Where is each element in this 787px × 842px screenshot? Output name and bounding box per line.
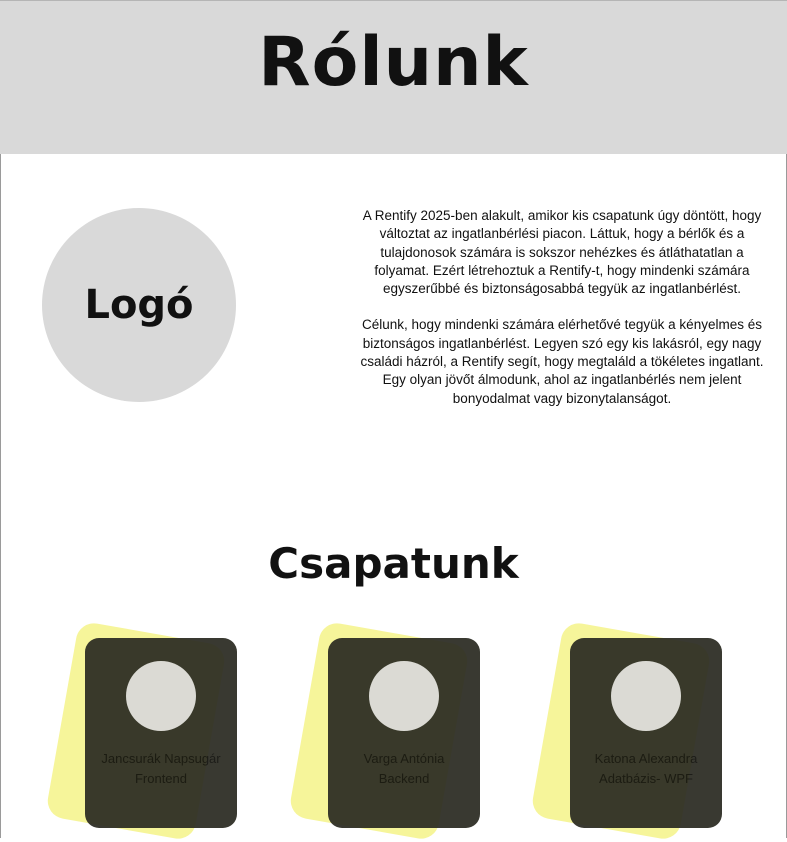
member-role: Adatbázis- WPF [599, 771, 693, 786]
member-role: Frontend [134, 771, 188, 786]
card-body: Varga Antónia Backend [328, 638, 480, 828]
member-name: Varga Antónia [363, 751, 445, 766]
avatar [126, 661, 196, 731]
logo-placeholder: Logó [42, 208, 236, 402]
member-name: Katona Alexandra [594, 751, 698, 766]
team-section-title: Csapatunk [268, 539, 519, 588]
about-paragraph: A Rentify 2025-ben alakult, amikor kis c… [362, 208, 762, 297]
logo-label: Logó [84, 282, 194, 328]
avatar [369, 661, 439, 731]
team-member-card: Katona Alexandra Adatbázis- WPF [529, 620, 728, 842]
team-member-card: Varga Antónia Backend [287, 620, 486, 842]
card-body: Katona Alexandra Adatbázis- WPF [570, 638, 722, 828]
avatar [611, 661, 681, 731]
about-text: A Rentify 2025-ben alakult, amikor kis c… [360, 207, 764, 426]
member-role: Backend [378, 771, 430, 786]
team-member-card: Jancsurák Napsugár Frontend [44, 620, 243, 842]
page-header: Rólunk [0, 0, 787, 154]
about-paragraph: Célunk, hogy mindenki számára elérhetővé… [360, 317, 764, 406]
card-body: Jancsurák Napsugár Frontend [85, 638, 237, 828]
page-title: Rólunk [258, 23, 529, 102]
member-name: Jancsurák Napsugár [101, 751, 221, 766]
